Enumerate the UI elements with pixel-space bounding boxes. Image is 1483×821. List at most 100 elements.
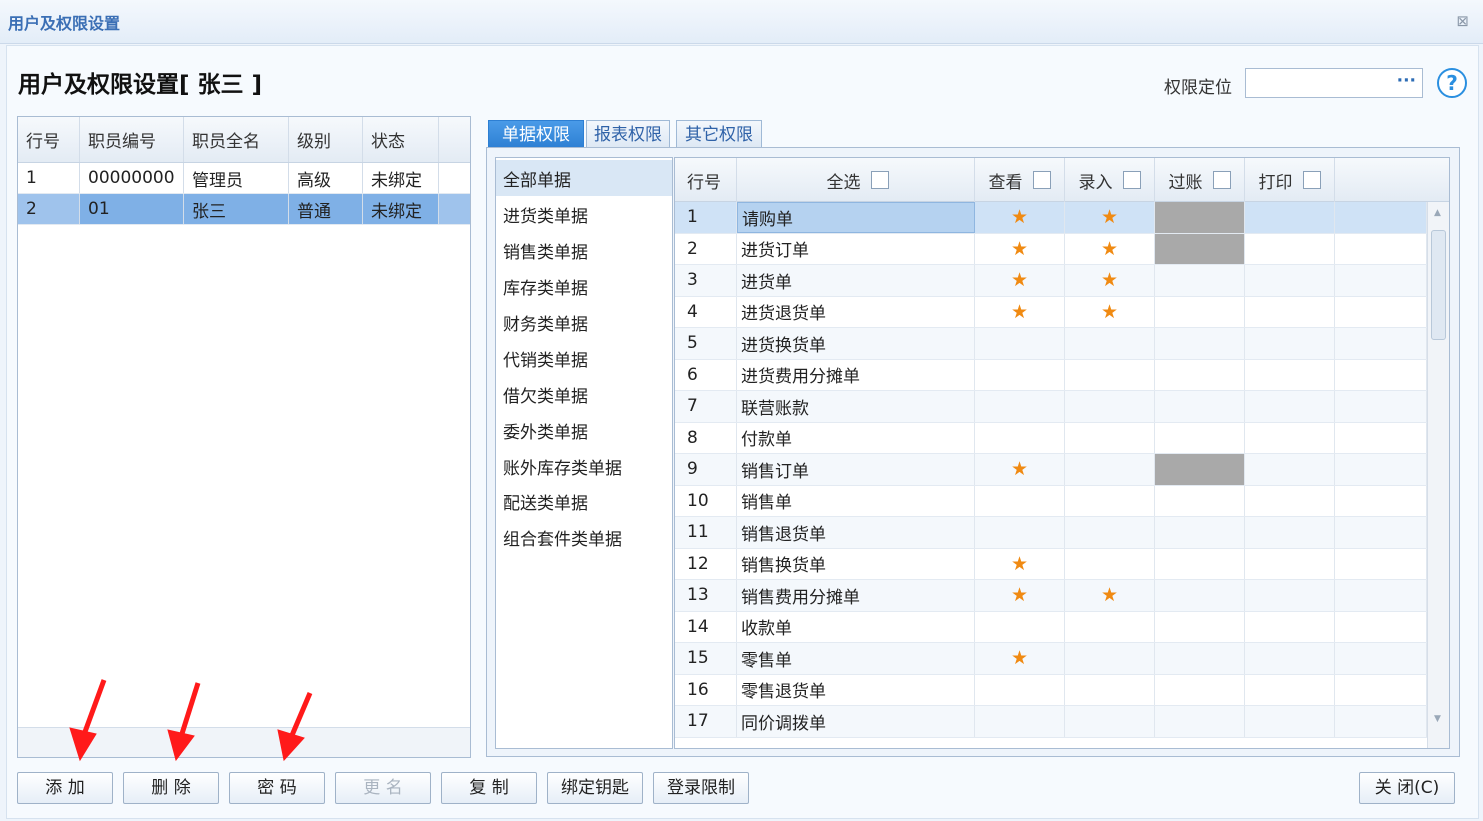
table-row[interactable]: 16 零售退货单 (675, 674, 1427, 706)
post-all-checkbox[interactable] (1212, 171, 1231, 189)
cell-print[interactable] (1245, 548, 1335, 579)
cell-post[interactable] (1155, 580, 1245, 611)
table-row[interactable]: 12 销售换货单 ★ (675, 548, 1427, 580)
vertical-scrollbar[interactable]: ▲ ▼ (1427, 202, 1449, 748)
cell-entry[interactable] (1065, 485, 1155, 516)
cell-print[interactable] (1245, 611, 1335, 642)
cell-print[interactable] (1245, 485, 1335, 516)
cell-entry[interactable] (1065, 643, 1155, 674)
col-header-name[interactable]: 职员全名 (184, 117, 289, 162)
cell-entry[interactable] (1065, 422, 1155, 453)
table-row[interactable]: 1 请购单 ★ ★ (675, 202, 1427, 234)
cell-entry[interactable] (1065, 517, 1155, 548)
view-all-checkbox[interactable] (1032, 171, 1051, 189)
cell-entry[interactable] (1065, 706, 1155, 737)
category-item[interactable]: 销售类单据 (496, 232, 672, 268)
cell-view[interactable] (975, 359, 1065, 390)
table-row[interactable]: 1 00000000 管理员 高级 未绑定 (18, 163, 470, 194)
table-row[interactable]: 13 销售费用分摊单 ★ ★ (675, 580, 1427, 612)
cell-view[interactable]: ★ (975, 265, 1065, 296)
category-item[interactable]: 组合套件类单据 (496, 519, 672, 555)
category-item[interactable]: 财务类单据 (496, 304, 672, 340)
cell-post[interactable] (1155, 454, 1245, 485)
cell-entry[interactable]: ★ (1065, 296, 1155, 327)
cell-post[interactable] (1155, 548, 1245, 579)
close-button[interactable]: 关 闭(C) (1359, 772, 1455, 804)
cell-view[interactable]: ★ (975, 580, 1065, 611)
cell-print[interactable] (1245, 454, 1335, 485)
cell-view[interactable] (975, 485, 1065, 516)
add-button[interactable]: 添 加 (17, 772, 113, 804)
cell-view[interactable]: ★ (975, 548, 1065, 579)
cell-view[interactable]: ★ (975, 202, 1065, 233)
cell-entry[interactable] (1065, 328, 1155, 359)
cell-post[interactable] (1155, 265, 1245, 296)
cell-post[interactable] (1155, 485, 1245, 516)
table-row[interactable]: 6 进货费用分摊单 (675, 359, 1427, 391)
help-icon[interactable]: ? (1437, 68, 1467, 98)
cell-entry[interactable] (1065, 674, 1155, 705)
cell-entry[interactable] (1065, 391, 1155, 422)
cell-entry[interactable]: ★ (1065, 202, 1155, 233)
locate-field[interactable]: ··· (1245, 68, 1423, 98)
col-header-level[interactable]: 级别 (289, 117, 363, 162)
tab-report-permissions[interactable]: 报表权限 (586, 120, 670, 148)
cell-view[interactable]: ★ (975, 296, 1065, 327)
print-all-checkbox[interactable] (1302, 171, 1321, 189)
cell-post[interactable] (1155, 202, 1245, 233)
cell-view[interactable] (975, 674, 1065, 705)
cell-print[interactable] (1245, 517, 1335, 548)
ellipsis-button[interactable]: ··· (1397, 71, 1416, 91)
cell-print[interactable] (1245, 359, 1335, 390)
cell-view[interactable] (975, 517, 1065, 548)
cell-view[interactable] (975, 611, 1065, 642)
category-item[interactable]: 库存类单据 (496, 268, 672, 304)
tab-document-permissions[interactable]: 单据权限 (488, 120, 584, 148)
col-header-status[interactable]: 状态 (363, 117, 439, 162)
scroll-up-icon[interactable]: ▲ (1434, 208, 1441, 218)
cell-post[interactable] (1155, 296, 1245, 327)
table-row[interactable]: 8 付款单 (675, 422, 1427, 454)
table-row[interactable]: 2 进货订单 ★ ★ (675, 233, 1427, 265)
cell-post[interactable] (1155, 391, 1245, 422)
cell-post[interactable] (1155, 233, 1245, 264)
table-row[interactable]: 10 销售单 (675, 485, 1427, 517)
cell-print[interactable] (1245, 643, 1335, 674)
cell-print[interactable] (1245, 674, 1335, 705)
cell-entry[interactable]: ★ (1065, 580, 1155, 611)
cell-print[interactable] (1245, 580, 1335, 611)
delete-button[interactable]: 删 除 (123, 772, 219, 804)
cell-view[interactable]: ★ (975, 454, 1065, 485)
rename-button[interactable]: 更 名 (335, 772, 431, 804)
cell-post[interactable] (1155, 611, 1245, 642)
cell-post[interactable] (1155, 643, 1245, 674)
password-button[interactable]: 密 码 (229, 772, 325, 804)
close-icon[interactable]: ⊠ (1456, 12, 1469, 30)
scroll-thumb[interactable] (1431, 230, 1446, 340)
select-all-checkbox[interactable] (870, 171, 889, 189)
table-row[interactable]: 7 联营账款 (675, 391, 1427, 423)
table-row[interactable]: 3 进货单 ★ ★ (675, 265, 1427, 297)
col-header-no[interactable]: 行号 (18, 117, 80, 162)
cell-entry[interactable] (1065, 359, 1155, 390)
cell-print[interactable] (1245, 328, 1335, 359)
cell-post[interactable] (1155, 328, 1245, 359)
table-row[interactable]: 4 进货退货单 ★ ★ (675, 296, 1427, 328)
cell-print[interactable] (1245, 296, 1335, 327)
cell-post[interactable] (1155, 359, 1245, 390)
cell-view[interactable]: ★ (975, 233, 1065, 264)
table-row[interactable]: 15 零售单 ★ (675, 643, 1427, 675)
cell-post[interactable] (1155, 517, 1245, 548)
category-item[interactable]: 进货类单据 (496, 196, 672, 232)
copy-button[interactable]: 复 制 (441, 772, 537, 804)
category-item[interactable]: 配送类单据 (496, 483, 672, 519)
cell-view[interactable] (975, 391, 1065, 422)
cell-post[interactable] (1155, 706, 1245, 737)
cell-view[interactable] (975, 706, 1065, 737)
cell-print[interactable] (1245, 233, 1335, 264)
cell-entry[interactable] (1065, 548, 1155, 579)
login-limit-button[interactable]: 登录限制 (653, 772, 749, 804)
cell-post[interactable] (1155, 422, 1245, 453)
cell-print[interactable] (1245, 422, 1335, 453)
cell-print[interactable] (1245, 265, 1335, 296)
